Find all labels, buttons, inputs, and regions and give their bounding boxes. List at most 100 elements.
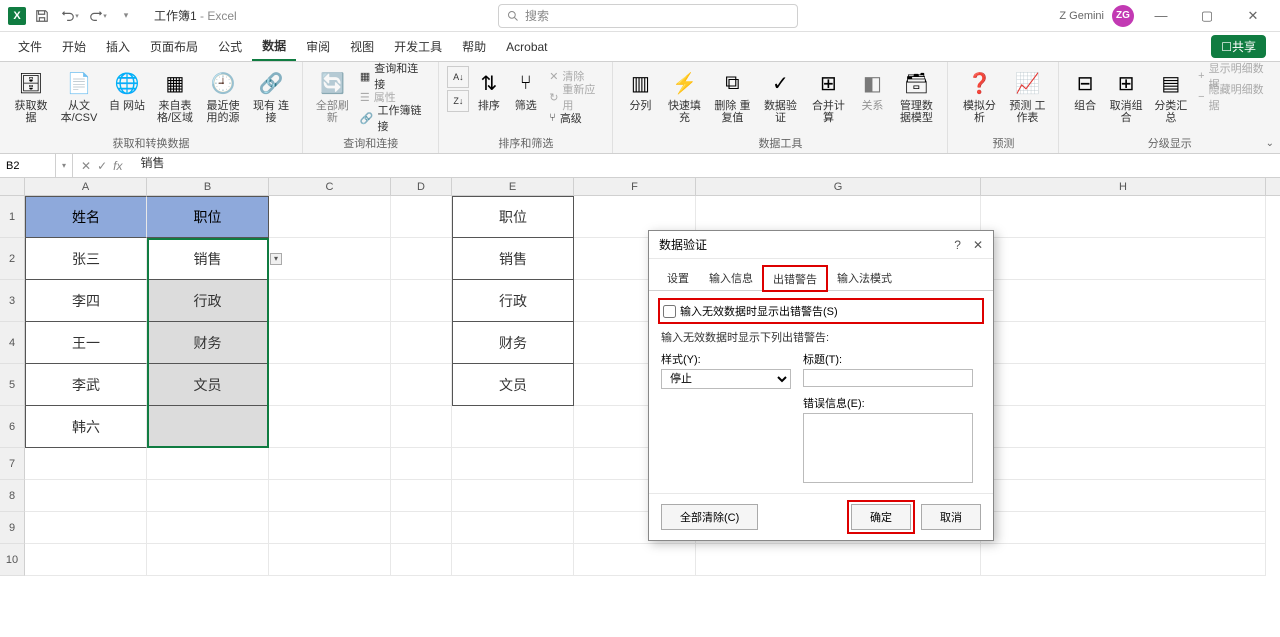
close-button[interactable]: ✕ xyxy=(1234,2,1272,30)
cell[interactable]: 职位 xyxy=(147,196,269,238)
cell[interactable] xyxy=(391,322,452,364)
cell[interactable] xyxy=(391,448,452,480)
cell[interactable] xyxy=(269,280,391,322)
cell[interactable] xyxy=(452,448,574,480)
cell[interactable] xyxy=(981,406,1266,448)
qat-undo-button[interactable]: ▾ xyxy=(58,4,82,28)
group-button[interactable]: ⊟组合 xyxy=(1067,66,1102,114)
flash-fill-button[interactable]: ⚡快速填充 xyxy=(661,66,707,126)
row-header-8[interactable]: 8 xyxy=(0,480,25,512)
cell[interactable] xyxy=(391,196,452,238)
col-header-C[interactable]: C xyxy=(269,178,391,195)
title-input[interactable] xyxy=(803,369,973,387)
col-header-H[interactable]: H xyxy=(981,178,1266,195)
cell[interactable] xyxy=(574,544,696,576)
cell[interactable] xyxy=(269,544,391,576)
tab-data[interactable]: 数据 xyxy=(252,32,296,61)
search-input[interactable]: 搜索 xyxy=(498,4,798,28)
cell[interactable] xyxy=(452,406,574,448)
row-header-6[interactable]: 6 xyxy=(0,406,25,448)
fx-icon[interactable]: fx xyxy=(113,159,122,173)
existing-conn-button[interactable]: 🔗现有 连接 xyxy=(248,66,294,126)
cell[interactable] xyxy=(981,280,1266,322)
cell[interactable]: 张三 xyxy=(25,238,147,280)
cell[interactable] xyxy=(269,238,391,280)
cell[interactable] xyxy=(391,280,452,322)
row-header-3[interactable]: 3 xyxy=(0,280,25,322)
tab-review[interactable]: 审阅 xyxy=(296,32,340,61)
cell[interactable] xyxy=(25,448,147,480)
cell[interactable] xyxy=(981,322,1266,364)
cell[interactable] xyxy=(147,512,269,544)
cell[interactable] xyxy=(981,448,1266,480)
dialog-help-button[interactable]: ? xyxy=(954,238,961,252)
cell[interactable]: 职位 xyxy=(452,196,574,238)
cell[interactable]: 姓名 xyxy=(25,196,147,238)
cell[interactable] xyxy=(25,512,147,544)
queries-conn-button[interactable]: ▦ 查询和连接 xyxy=(356,66,431,86)
dialog-close-button[interactable]: ✕ xyxy=(973,238,983,252)
sort-desc-button[interactable]: Z↓ xyxy=(447,90,469,112)
row-header-10[interactable]: 10 xyxy=(0,544,25,576)
advanced-filter-button[interactable]: ⑂ 高级 xyxy=(545,108,604,128)
cell[interactable] xyxy=(269,448,391,480)
row-header-9[interactable]: 9 xyxy=(0,512,25,544)
cell[interactable]: 韩六 xyxy=(25,406,147,448)
accept-formula-icon[interactable]: ✓ xyxy=(97,159,107,173)
style-select[interactable]: 停止 xyxy=(661,369,791,389)
formula-input[interactable]: 销售 xyxy=(130,154,164,177)
cell[interactable] xyxy=(981,238,1266,280)
row-header-5[interactable]: 5 xyxy=(0,364,25,406)
dialog-titlebar[interactable]: 数据验证 ? ✕ xyxy=(649,231,993,259)
from-csv-button[interactable]: 📄从文 本/CSV xyxy=(56,66,102,126)
cell[interactable] xyxy=(269,322,391,364)
cancel-formula-icon[interactable]: ✕ xyxy=(81,159,91,173)
whatif-button[interactable]: ❓模拟分析 xyxy=(956,66,1002,126)
cell[interactable] xyxy=(981,364,1266,406)
dialog-tab-error-alert[interactable]: 出错警告 xyxy=(763,266,827,291)
row-header-2[interactable]: 2 xyxy=(0,238,25,280)
collapse-ribbon-button[interactable]: ⌄ xyxy=(1266,138,1274,149)
show-error-checkbox[interactable] xyxy=(663,305,676,318)
share-button[interactable]: ☐ 共享 xyxy=(1211,35,1266,58)
forecast-sheet-button[interactable]: 📈预测 工作表 xyxy=(1004,66,1050,126)
cell[interactable]: 文员 xyxy=(147,364,269,406)
cell[interactable] xyxy=(391,364,452,406)
cell[interactable] xyxy=(452,544,574,576)
cell[interactable] xyxy=(452,480,574,512)
cell[interactable] xyxy=(269,364,391,406)
cell[interactable] xyxy=(696,544,981,576)
cell[interactable] xyxy=(269,480,391,512)
cell[interactable] xyxy=(25,544,147,576)
cell[interactable] xyxy=(269,512,391,544)
relationships-button[interactable]: ◧关系 xyxy=(853,66,891,114)
cell[interactable] xyxy=(147,406,269,448)
cell[interactable]: 销售 xyxy=(452,238,574,280)
select-all-corner[interactable] xyxy=(0,178,25,195)
from-web-button[interactable]: 🌐自 网站 xyxy=(104,66,150,114)
tab-layout[interactable]: 页面布局 xyxy=(140,32,208,61)
cell[interactable]: 王一 xyxy=(25,322,147,364)
cancel-button[interactable]: 取消 xyxy=(921,504,981,530)
consolidate-button[interactable]: ⊞合并计算 xyxy=(805,66,851,126)
cell[interactable] xyxy=(25,480,147,512)
qat-save-button[interactable] xyxy=(30,4,54,28)
col-header-G[interactable]: G xyxy=(696,178,981,195)
tab-insert[interactable]: 插入 xyxy=(96,32,140,61)
grid[interactable]: A B C D E F G H 1姓名职位职位2张三销售▾销售3李四行政行政4王… xyxy=(0,178,1280,637)
dialog-tab-ime[interactable]: 输入法模式 xyxy=(827,265,902,290)
col-header-E[interactable]: E xyxy=(452,178,574,195)
cell[interactable] xyxy=(981,196,1266,238)
subtotal-button[interactable]: ▤分类汇总 xyxy=(1149,66,1192,126)
tab-home[interactable]: 开始 xyxy=(52,32,96,61)
get-data-button[interactable]: 🗄获取数 据 xyxy=(8,66,54,126)
cell[interactable]: 财务 xyxy=(452,322,574,364)
cell[interactable] xyxy=(981,544,1266,576)
cell[interactable]: 李武 xyxy=(25,364,147,406)
cell[interactable] xyxy=(269,406,391,448)
cell[interactable] xyxy=(391,544,452,576)
ungroup-button[interactable]: ⊞取消组合 xyxy=(1105,66,1148,126)
data-validation-button[interactable]: ✓数据验 证 xyxy=(757,66,803,126)
remove-dup-button[interactable]: ⧉删除 重复值 xyxy=(709,66,755,126)
cell[interactable]: 财务 xyxy=(147,322,269,364)
